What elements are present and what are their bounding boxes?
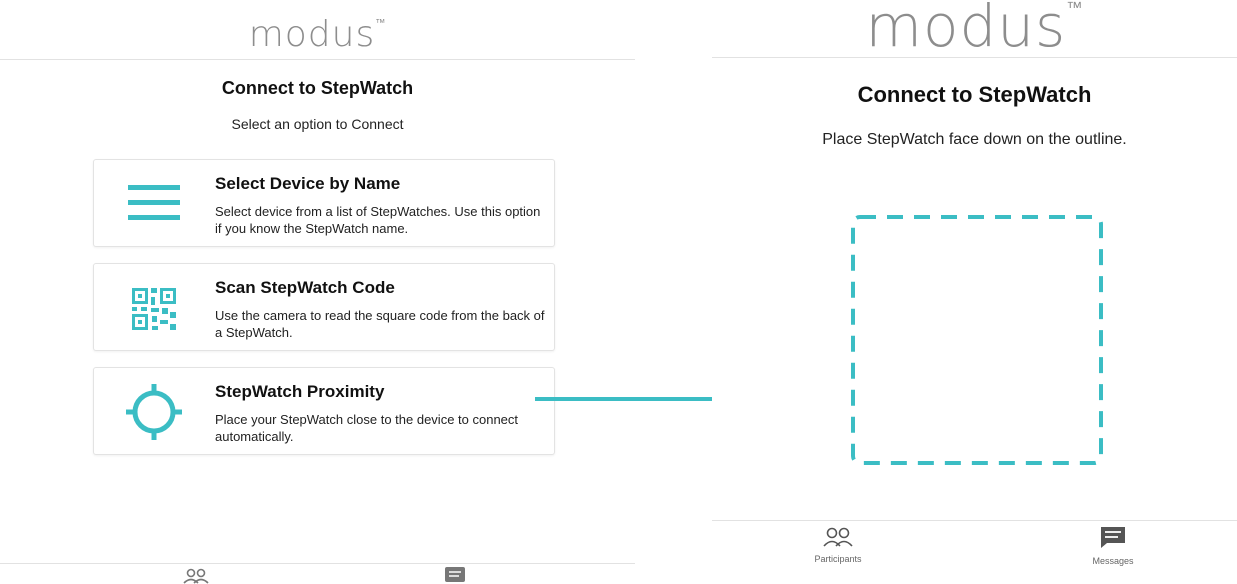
- option-description: Place your StepWatch close to the device…: [215, 412, 519, 444]
- brand-name: modus: [248, 14, 376, 55]
- dashed-outline-square: [850, 214, 1104, 466]
- page-subtitle: Select an option to Connect: [231, 116, 404, 132]
- option-title: Select Device by Name: [215, 174, 401, 193]
- option-title: StepWatch Proximity: [215, 382, 385, 401]
- nav-label-messages: Messages: [1092, 556, 1134, 566]
- header-divider: [0, 59, 635, 60]
- trademark: ™: [1066, 0, 1084, 17]
- page-title: Connect to StepWatch: [221, 78, 414, 98]
- page-title: Connect to StepWatch: [857, 82, 1092, 107]
- option-description: Select device from a list of StepWatches…: [215, 204, 541, 236]
- participants-icon: [183, 568, 209, 584]
- nav-messages[interactable]: [444, 567, 466, 584]
- scan-stepwatch-code-option[interactable]: Scan StepWatch Code Use the camera to re…: [93, 263, 555, 351]
- trademark: ™: [375, 17, 387, 29]
- option-title: Scan StepWatch Code: [215, 278, 395, 297]
- qr-code-icon: [124, 284, 184, 334]
- messages-icon: [445, 567, 465, 584]
- nav-participants[interactable]: [182, 568, 210, 584]
- participants-icon: [823, 527, 853, 551]
- option-description: Use the camera to read the square code f…: [215, 308, 545, 340]
- brand-name: modus: [865, 0, 1067, 60]
- stepwatch-proximity-option[interactable]: StepWatch Proximity Place your StepWatch…: [93, 367, 555, 455]
- instruction-text: Place StepWatch face down on the outline…: [822, 131, 1127, 148]
- header-divider: [712, 57, 1237, 58]
- nav-label-participants: Participants: [814, 554, 862, 564]
- footer-divider: [0, 563, 635, 564]
- connect-options-screen: modus™ Connect to StepWatch Select an op…: [0, 0, 635, 584]
- modus-logo: modus™: [0, 14, 635, 55]
- menu-lines-icon: [124, 180, 184, 230]
- crosshair-icon: [124, 380, 184, 440]
- modus-logo: modus™: [712, 0, 1237, 60]
- stepwatch-proximity-screen: modus™ Connect to StepWatch Place StepWa…: [712, 0, 1237, 584]
- select-device-by-name-option[interactable]: Select Device by Name Select device from…: [93, 159, 555, 247]
- nav-messages[interactable]: Messages: [1083, 525, 1143, 566]
- messages-icon: [1099, 527, 1127, 553]
- footer-divider: [712, 520, 1237, 521]
- nav-participants[interactable]: Participants: [808, 527, 868, 564]
